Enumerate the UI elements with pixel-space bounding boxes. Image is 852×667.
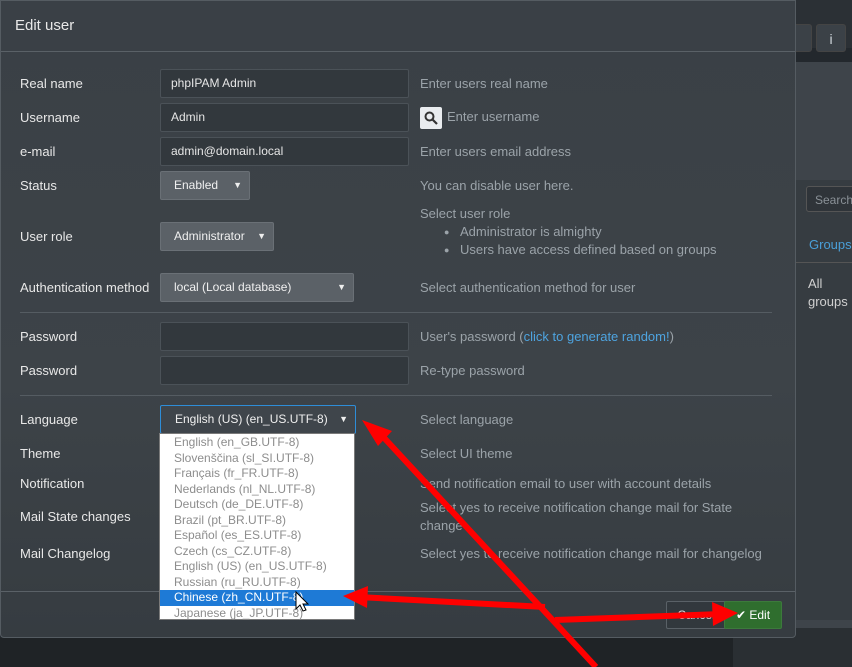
info-icon-glyph: i [829, 31, 833, 47]
bullet-icon: ● [444, 227, 450, 237]
caret-down-icon: ▼ [339, 414, 348, 424]
mail-state-help: Select yes to receive notification chang… [420, 500, 733, 515]
theme-help: Select UI theme [420, 446, 513, 461]
email-label: e-mail [20, 144, 56, 159]
real-name-label: Real name [20, 76, 83, 91]
email-help: Enter users email address [420, 144, 572, 159]
divider [20, 312, 772, 313]
groups-tab[interactable]: Groups [809, 237, 852, 252]
user-role-help-item: ● Users have access defined based on grou… [444, 242, 717, 257]
language-dropdown-list: English (en_GB.UTF-8) Slovenščina (sl_SI… [159, 433, 355, 620]
language-option[interactable]: Nederlands (nl_NL.UTF-8) [160, 482, 354, 498]
password-confirm-input[interactable] [160, 356, 409, 385]
password-confirm-label: Password [20, 363, 78, 378]
modal-title: Edit user [15, 17, 75, 34]
search-placeholder: Search [815, 193, 852, 207]
edit-button[interactable]: ✔ Edit [724, 601, 782, 629]
username-input[interactable]: Admin [160, 103, 409, 132]
status-label: Status [20, 178, 57, 193]
language-option[interactable]: Español (es_ES.UTF-8) [160, 528, 354, 544]
language-option[interactable]: Japanese (ja_JP.UTF-8) [160, 606, 354, 622]
auth-method-select[interactable]: local (Local database) ▼ [160, 273, 354, 302]
password-confirm-help: Re-type password [420, 363, 525, 378]
auth-method-help: Select authentication method for user [420, 280, 636, 295]
caret-down-icon: ▼ [257, 231, 266, 241]
user-role-value: Administrator [174, 229, 245, 243]
caret-down-icon: ▼ [337, 282, 346, 292]
notification-label: Notification [20, 476, 85, 491]
check-icon: ✔ [735, 608, 750, 622]
language-label: Language [20, 412, 78, 427]
all-groups-item[interactable]: All groups [808, 275, 852, 311]
status-value: Enabled [174, 178, 219, 192]
language-option[interactable]: Deutsch (de_DE.UTF-8) [160, 497, 354, 513]
divider [796, 262, 852, 263]
language-value: English (US) (en_US.UTF-8) [175, 412, 328, 426]
edit-button-label: Edit [749, 608, 771, 622]
language-option[interactable]: Slovenščina (sl_SI.UTF-8) [160, 451, 354, 467]
language-option-highlighted[interactable]: Chinese (zh_CN.UTF-8) [160, 590, 354, 606]
language-help: Select language [420, 412, 514, 427]
status-select[interactable]: Enabled ▼ [160, 171, 250, 200]
theme-label: Theme [20, 446, 61, 461]
language-option[interactable]: Russian (ru_RU.UTF-8) [160, 575, 354, 591]
user-role-select[interactable]: Administrator ▼ [160, 222, 274, 251]
divider [20, 395, 772, 396]
language-option[interactable]: Brazil (pt_BR.UTF-8) [160, 513, 354, 529]
background-footer [0, 638, 733, 667]
password-label: Password [20, 329, 78, 344]
search-icon[interactable] [420, 107, 442, 129]
background-search-input[interactable]: Search [806, 186, 852, 212]
password-input[interactable] [160, 322, 409, 351]
info-icon[interactable]: i [816, 24, 846, 52]
user-role-help-title: Select user role [420, 206, 511, 221]
mail-changelog-help: Select yes to receive notification chang… [420, 546, 762, 561]
notification-help: Send notification email to user with acc… [420, 476, 712, 491]
mail-state-help-cont: change [420, 518, 463, 533]
language-option[interactable]: Czech (cs_CZ.UTF-8) [160, 544, 354, 560]
language-select[interactable]: English (US) (en_US.UTF-8) ▼ [160, 405, 356, 434]
real-name-help: Enter users real name [420, 76, 548, 91]
modal-header: Edit user [1, 1, 795, 52]
user-role-help-text: Administrator is almighty [460, 224, 602, 239]
password-help: User's password (click to generate rando… [420, 329, 674, 344]
language-option[interactable]: Français (fr_FR.UTF-8) [160, 466, 354, 482]
username-label: Username [20, 110, 80, 125]
user-role-label: User role [20, 229, 73, 244]
auth-method-label: Authentication method [20, 280, 150, 295]
mail-changelog-label: Mail Changelog [20, 546, 111, 561]
username-help: Enter username [447, 109, 540, 124]
edit-user-modal: Edit user Real name phpIPAM Admin Enter … [0, 0, 796, 638]
language-option[interactable]: English (en_GB.UTF-8) [160, 435, 354, 451]
user-role-help-text: Users have access defined based on group… [460, 242, 717, 257]
real-name-input[interactable]: phpIPAM Admin [160, 69, 409, 98]
bullet-icon: ● [444, 245, 450, 255]
caret-down-icon: ▼ [233, 180, 242, 190]
mail-state-label: Mail State changes [20, 509, 131, 524]
email-input[interactable]: admin@domain.local [160, 137, 409, 166]
password-help-text: User's password ( [420, 329, 524, 344]
auth-method-value: local (Local database) [174, 280, 292, 294]
password-help-suffix: ) [669, 329, 674, 344]
generate-password-link[interactable]: click to generate random! [524, 329, 670, 344]
status-help: You can disable user here. [420, 178, 574, 193]
user-role-help-item: ● Administrator is almighty [444, 224, 602, 239]
cancel-button[interactable]: Cancel [666, 601, 726, 629]
language-option[interactable]: English (US) (en_US.UTF-8) [160, 559, 354, 575]
modal-footer-divider [1, 591, 795, 592]
